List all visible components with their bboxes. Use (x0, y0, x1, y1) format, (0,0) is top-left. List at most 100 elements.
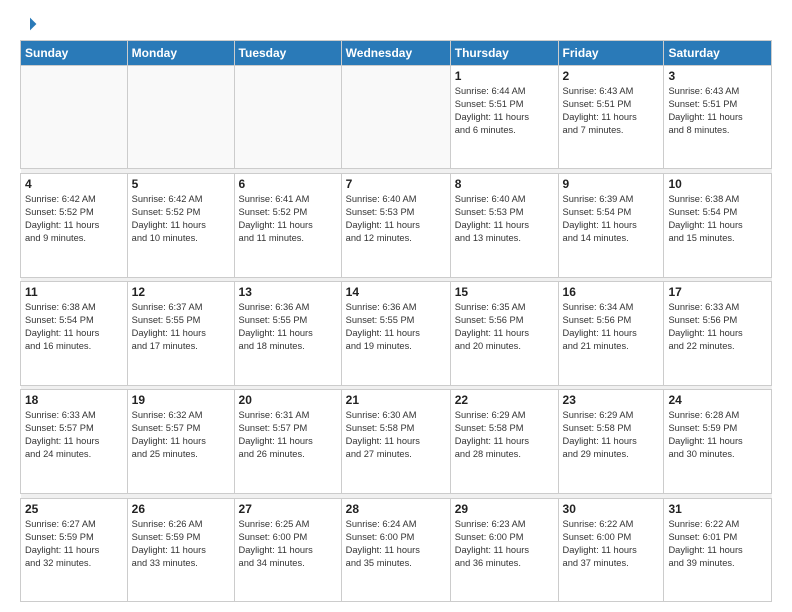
day-number: 29 (455, 502, 554, 516)
day-number: 17 (668, 285, 767, 299)
day-info: Sunrise: 6:33 AM Sunset: 5:57 PM Dayligh… (25, 409, 123, 461)
calendar-cell: 21 Sunrise: 6:30 AM Sunset: 5:58 PM Dayli… (341, 390, 450, 493)
calendar-cell (21, 66, 128, 169)
day-number: 1 (455, 69, 554, 83)
calendar-cell: 3 Sunrise: 6:43 AM Sunset: 5:51 PM Daylig… (664, 66, 772, 169)
calendar-cell: 6Sunrise: 6:41 AM Sunset: 5:52 PM Daylig… (234, 174, 341, 277)
calendar-week-row: 4Sunrise: 6:42 AM Sunset: 5:52 PM Daylig… (21, 174, 772, 277)
calendar-cell: 28 Sunrise: 6:24 AM Sunset: 6:00 PM Dayli… (341, 498, 450, 602)
day-info: Sunrise: 6:36 AM Sunset: 5:55 PM Dayligh… (239, 301, 337, 353)
calendar-cell: 17 Sunrise: 6:33 AM Sunset: 5:56 PM Dayli… (664, 282, 772, 385)
day-info: Sunrise: 6:36 AM Sunset: 5:55 PM Dayligh… (346, 301, 446, 353)
day-info: Sunrise: 6:38 AM Sunset: 5:54 PM Dayligh… (25, 301, 123, 353)
day-number: 2 (563, 69, 660, 83)
day-info: Sunrise: 6:44 AM Sunset: 5:51 PM Dayligh… (455, 85, 554, 137)
day-info: Sunrise: 6:37 AM Sunset: 5:55 PM Dayligh… (132, 301, 230, 353)
day-number: 16 (563, 285, 660, 299)
calendar-week-row: 18 Sunrise: 6:33 AM Sunset: 5:57 PM Dayli… (21, 390, 772, 493)
day-info: Sunrise: 6:22 AM Sunset: 6:00 PM Dayligh… (563, 518, 660, 570)
calendar-cell: 7 Sunrise: 6:40 AM Sunset: 5:53 PM Daylig… (341, 174, 450, 277)
day-info: Sunrise: 6:26 AM Sunset: 5:59 PM Dayligh… (132, 518, 230, 570)
day-number: 19 (132, 393, 230, 407)
day-info: Sunrise: 6:23 AM Sunset: 6:00 PM Dayligh… (455, 518, 554, 570)
calendar-cell: 23 Sunrise: 6:29 AM Sunset: 5:58 PM Dayli… (558, 390, 664, 493)
day-number: 3 (668, 69, 767, 83)
day-info: Sunrise: 6:24 AM Sunset: 6:00 PM Dayligh… (346, 518, 446, 570)
day-info: Sunrise: 6:42 AM Sunset: 5:52 PM Dayligh… (132, 193, 230, 245)
day-info: Sunrise: 6:31 AM Sunset: 5:57 PM Dayligh… (239, 409, 337, 461)
day-info: Sunrise: 6:43 AM Sunset: 5:51 PM Dayligh… (668, 85, 767, 137)
weekday-header: Friday (558, 41, 664, 66)
weekday-header: Sunday (21, 41, 128, 66)
day-number: 8 (455, 177, 554, 191)
weekday-header: Tuesday (234, 41, 341, 66)
calendar-cell: 20Sunrise: 6:31 AM Sunset: 5:57 PM Dayli… (234, 390, 341, 493)
calendar-cell: 11 Sunrise: 6:38 AM Sunset: 5:54 PM Dayli… (21, 282, 128, 385)
day-info: Sunrise: 6:22 AM Sunset: 6:01 PM Dayligh… (668, 518, 767, 570)
calendar-cell: 10Sunrise: 6:38 AM Sunset: 5:54 PM Dayli… (664, 174, 772, 277)
day-info: Sunrise: 6:40 AM Sunset: 5:53 PM Dayligh… (346, 193, 446, 245)
calendar-cell: 27 Sunrise: 6:25 AM Sunset: 6:00 PM Dayli… (234, 498, 341, 602)
day-info: Sunrise: 6:29 AM Sunset: 5:58 PM Dayligh… (455, 409, 554, 461)
calendar-cell: 13 Sunrise: 6:36 AM Sunset: 5:55 PM Dayli… (234, 282, 341, 385)
day-number: 14 (346, 285, 446, 299)
page: SundayMondayTuesdayWednesdayThursdayFrid… (0, 0, 792, 612)
weekday-header: Saturday (664, 41, 772, 66)
day-info: Sunrise: 6:42 AM Sunset: 5:52 PM Dayligh… (25, 193, 123, 245)
day-number: 31 (668, 502, 767, 516)
day-number: 26 (132, 502, 230, 516)
logo-text (20, 16, 38, 32)
weekday-header: Monday (127, 41, 234, 66)
day-number: 9 (563, 177, 660, 191)
day-number: 12 (132, 285, 230, 299)
calendar-cell: 4Sunrise: 6:42 AM Sunset: 5:52 PM Daylig… (21, 174, 128, 277)
day-info: Sunrise: 6:41 AM Sunset: 5:52 PM Dayligh… (239, 193, 337, 245)
calendar-cell: 26 Sunrise: 6:26 AM Sunset: 5:59 PM Dayli… (127, 498, 234, 602)
day-info: Sunrise: 6:25 AM Sunset: 6:00 PM Dayligh… (239, 518, 337, 570)
day-number: 27 (239, 502, 337, 516)
calendar-cell (234, 66, 341, 169)
calendar-cell: 18 Sunrise: 6:33 AM Sunset: 5:57 PM Dayli… (21, 390, 128, 493)
calendar-cell: 19 Sunrise: 6:32 AM Sunset: 5:57 PM Dayli… (127, 390, 234, 493)
calendar-cell: 25Sunrise: 6:27 AM Sunset: 5:59 PM Dayli… (21, 498, 128, 602)
day-info: Sunrise: 6:29 AM Sunset: 5:58 PM Dayligh… (563, 409, 660, 461)
calendar-week-row: 1 Sunrise: 6:44 AM Sunset: 5:51 PM Daylig… (21, 66, 772, 169)
calendar-cell: 2 Sunrise: 6:43 AM Sunset: 5:51 PM Daylig… (558, 66, 664, 169)
day-number: 5 (132, 177, 230, 191)
day-number: 18 (25, 393, 123, 407)
calendar-cell: 16Sunrise: 6:34 AM Sunset: 5:56 PM Dayli… (558, 282, 664, 385)
calendar-week-row: 25Sunrise: 6:27 AM Sunset: 5:59 PM Dayli… (21, 498, 772, 602)
day-number: 23 (563, 393, 660, 407)
day-number: 21 (346, 393, 446, 407)
day-number: 25 (25, 502, 123, 516)
day-info: Sunrise: 6:32 AM Sunset: 5:57 PM Dayligh… (132, 409, 230, 461)
day-info: Sunrise: 6:39 AM Sunset: 5:54 PM Dayligh… (563, 193, 660, 245)
calendar-cell: 14 Sunrise: 6:36 AM Sunset: 5:55 PM Dayli… (341, 282, 450, 385)
day-number: 30 (563, 502, 660, 516)
calendar-cell: 9 Sunrise: 6:39 AM Sunset: 5:54 PM Daylig… (558, 174, 664, 277)
calendar: SundayMondayTuesdayWednesdayThursdayFrid… (20, 40, 772, 602)
calendar-cell: 12 Sunrise: 6:37 AM Sunset: 5:55 PM Dayli… (127, 282, 234, 385)
day-number: 13 (239, 285, 337, 299)
day-info: Sunrise: 6:30 AM Sunset: 5:58 PM Dayligh… (346, 409, 446, 461)
day-number: 22 (455, 393, 554, 407)
calendar-cell: 31 Sunrise: 6:22 AM Sunset: 6:01 PM Dayli… (664, 498, 772, 602)
day-number: 7 (346, 177, 446, 191)
calendar-cell: 1 Sunrise: 6:44 AM Sunset: 5:51 PM Daylig… (450, 66, 558, 169)
day-info: Sunrise: 6:40 AM Sunset: 5:53 PM Dayligh… (455, 193, 554, 245)
day-number: 28 (346, 502, 446, 516)
calendar-cell: 5 Sunrise: 6:42 AM Sunset: 5:52 PM Daylig… (127, 174, 234, 277)
calendar-cell (341, 66, 450, 169)
day-info: Sunrise: 6:28 AM Sunset: 5:59 PM Dayligh… (668, 409, 767, 461)
day-number: 10 (668, 177, 767, 191)
day-info: Sunrise: 6:35 AM Sunset: 5:56 PM Dayligh… (455, 301, 554, 353)
calendar-cell: 24 Sunrise: 6:28 AM Sunset: 5:59 PM Dayli… (664, 390, 772, 493)
calendar-week-row: 11 Sunrise: 6:38 AM Sunset: 5:54 PM Dayli… (21, 282, 772, 385)
logo (20, 16, 38, 32)
day-info: Sunrise: 6:33 AM Sunset: 5:56 PM Dayligh… (668, 301, 767, 353)
day-number: 24 (668, 393, 767, 407)
day-info: Sunrise: 6:43 AM Sunset: 5:51 PM Dayligh… (563, 85, 660, 137)
day-number: 15 (455, 285, 554, 299)
calendar-cell: 8 Sunrise: 6:40 AM Sunset: 5:53 PM Daylig… (450, 174, 558, 277)
day-number: 11 (25, 285, 123, 299)
